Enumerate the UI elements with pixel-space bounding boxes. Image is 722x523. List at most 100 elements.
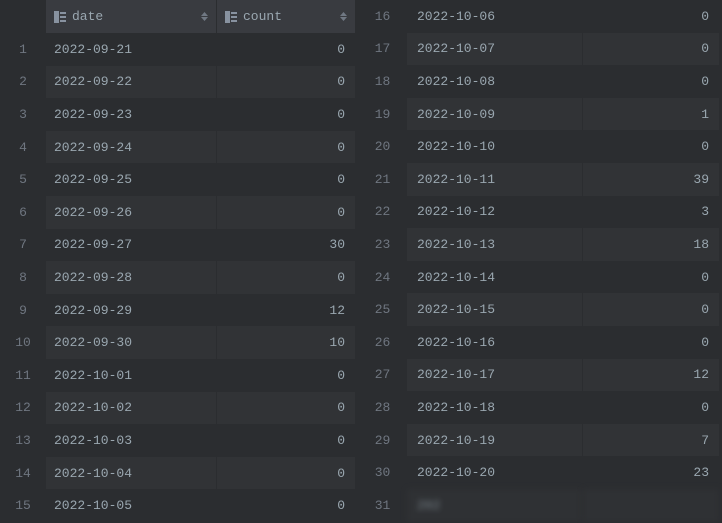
row-number[interactable]: 21: [358, 163, 407, 196]
row-number[interactable]: 8: [0, 261, 46, 294]
cell-count[interactable]: 0: [583, 33, 720, 66]
cell-count[interactable]: 3: [583, 196, 720, 229]
row-number[interactable]: 27: [358, 359, 407, 392]
table-row[interactable]: 152022-10-050: [0, 489, 358, 522]
cell-date[interactable]: 2022-09-22: [46, 66, 217, 99]
cell-date[interactable]: 2022-10-20: [407, 456, 583, 489]
cell-count[interactable]: 0: [583, 0, 720, 33]
row-number[interactable]: 1: [0, 33, 46, 66]
cell-date[interactable]: 2022-10-11: [407, 163, 583, 196]
cell-date[interactable]: 2022-10-06: [407, 0, 583, 33]
cell-count[interactable]: 0: [583, 130, 720, 163]
table-row[interactable]: 72022-09-2730: [0, 229, 358, 262]
table-row[interactable]: 302022-10-2023: [358, 456, 722, 489]
cell-count[interactable]: 0: [583, 326, 720, 359]
table-row[interactable]: 132022-10-030: [0, 424, 358, 457]
row-number[interactable]: 28: [358, 391, 407, 424]
cell-date[interactable]: 2022-09-26: [46, 196, 217, 229]
row-number[interactable]: 24: [358, 261, 407, 294]
cell-date[interactable]: 2022-10-10: [407, 130, 583, 163]
row-number[interactable]: 15: [0, 489, 46, 522]
row-number[interactable]: 22: [358, 196, 407, 229]
table-row[interactable]: 42022-09-240: [0, 131, 358, 164]
row-number[interactable]: 30: [358, 456, 407, 489]
cell-date[interactable]: 2022-10-01: [46, 359, 217, 392]
cell-count[interactable]: 0: [217, 66, 356, 99]
table-row[interactable]: 92022-09-2912: [0, 294, 358, 327]
cell-count[interactable]: 0: [217, 131, 356, 164]
row-number[interactable]: 26: [358, 326, 407, 359]
table-row[interactable]: 242022-10-140: [358, 261, 722, 294]
cell-count[interactable]: 0: [217, 33, 356, 66]
cell-date[interactable]: 2022-10-14: [407, 261, 583, 294]
row-number[interactable]: 18: [358, 65, 407, 98]
cell-date[interactable]: 2022-09-28: [46, 261, 217, 294]
row-number[interactable]: 3: [0, 98, 46, 131]
cell-count[interactable]: 0: [217, 261, 356, 294]
cell-date[interactable]: 2022-09-23: [46, 98, 217, 131]
table-row[interactable]: 272022-10-1712: [358, 359, 722, 392]
cell-count[interactable]: [583, 489, 720, 522]
table-row[interactable]: 82022-09-280: [0, 261, 358, 294]
table-row[interactable]: 52022-09-250: [0, 163, 358, 196]
cell-count[interactable]: 0: [217, 98, 356, 131]
col-header-date[interactable]: date: [46, 0, 217, 33]
table-row[interactable]: 182022-10-080: [358, 65, 722, 98]
cell-date[interactable]: 2022-10-13: [407, 228, 583, 261]
table-row[interactable]: 162022-10-060: [358, 0, 722, 33]
table-row[interactable]: 202022-10-100: [358, 130, 722, 163]
row-number[interactable]: 6: [0, 196, 46, 229]
table-row[interactable]: 292022-10-197: [358, 424, 722, 457]
table-row[interactable]: 122022-10-020: [0, 392, 358, 425]
cell-count[interactable]: 23: [583, 456, 720, 489]
table-row[interactable]: 172022-10-070: [358, 33, 722, 66]
cell-count[interactable]: 0: [217, 392, 356, 425]
row-number[interactable]: 12: [0, 392, 46, 425]
cell-date[interactable]: 2022-09-27: [46, 229, 217, 262]
cell-date[interactable]: 2022-10-04: [46, 457, 217, 490]
table-row[interactable]: 102022-09-3010: [0, 326, 358, 359]
row-number[interactable]: 9: [0, 294, 46, 327]
cell-count[interactable]: 0: [217, 489, 356, 522]
row-number[interactable]: 25: [358, 293, 407, 326]
table-row[interactable]: 192022-10-091: [358, 98, 722, 131]
cell-date[interactable]: 2022-10-17: [407, 359, 583, 392]
cell-date[interactable]: 2022-09-25: [46, 163, 217, 196]
cell-count[interactable]: 30: [217, 229, 356, 262]
cell-date[interactable]: 2022-10-05: [46, 489, 217, 522]
cell-date[interactable]: 2022-10-03: [46, 424, 217, 457]
cell-count[interactable]: 0: [217, 359, 356, 392]
table-row[interactable]: 282022-10-180: [358, 391, 722, 424]
cell-date[interactable]: 2022-10-19: [407, 424, 583, 457]
row-number[interactable]: 23: [358, 228, 407, 261]
table-row[interactable]: 222022-10-123: [358, 196, 722, 229]
table-row[interactable]: 12022-09-210: [0, 33, 358, 66]
cell-date[interactable]: 2022-09-24: [46, 131, 217, 164]
table-row[interactable]: 212022-10-1139: [358, 163, 722, 196]
cell-date[interactable]: 2022-10-08: [407, 65, 583, 98]
row-number[interactable]: 29: [358, 424, 407, 457]
cell-date[interactable]: 2022-10-09: [407, 98, 583, 131]
cell-count[interactable]: 0: [217, 163, 356, 196]
row-number[interactable]: 7: [0, 229, 46, 262]
table-row[interactable]: 31202: [358, 489, 722, 522]
col-header-count[interactable]: count: [217, 0, 356, 33]
cell-count[interactable]: 0: [217, 424, 356, 457]
row-number[interactable]: 31: [358, 489, 407, 522]
cell-date[interactable]: 202: [407, 489, 583, 522]
row-number[interactable]: 2: [0, 66, 46, 99]
row-number[interactable]: 5: [0, 163, 46, 196]
cell-count[interactable]: 0: [583, 261, 720, 294]
row-number[interactable]: 17: [358, 33, 407, 66]
cell-count[interactable]: 10: [217, 326, 356, 359]
table-row[interactable]: 142022-10-040: [0, 457, 358, 490]
cell-count[interactable]: 12: [583, 359, 720, 392]
cell-count[interactable]: 12: [217, 294, 356, 327]
cell-date[interactable]: 2022-10-12: [407, 196, 583, 229]
table-row[interactable]: 112022-10-010: [0, 359, 358, 392]
cell-count[interactable]: 7: [583, 424, 720, 457]
row-number[interactable]: 19: [358, 98, 407, 131]
table-row[interactable]: 62022-09-260: [0, 196, 358, 229]
cell-date[interactable]: 2022-10-07: [407, 33, 583, 66]
cell-date[interactable]: 2022-10-16: [407, 326, 583, 359]
